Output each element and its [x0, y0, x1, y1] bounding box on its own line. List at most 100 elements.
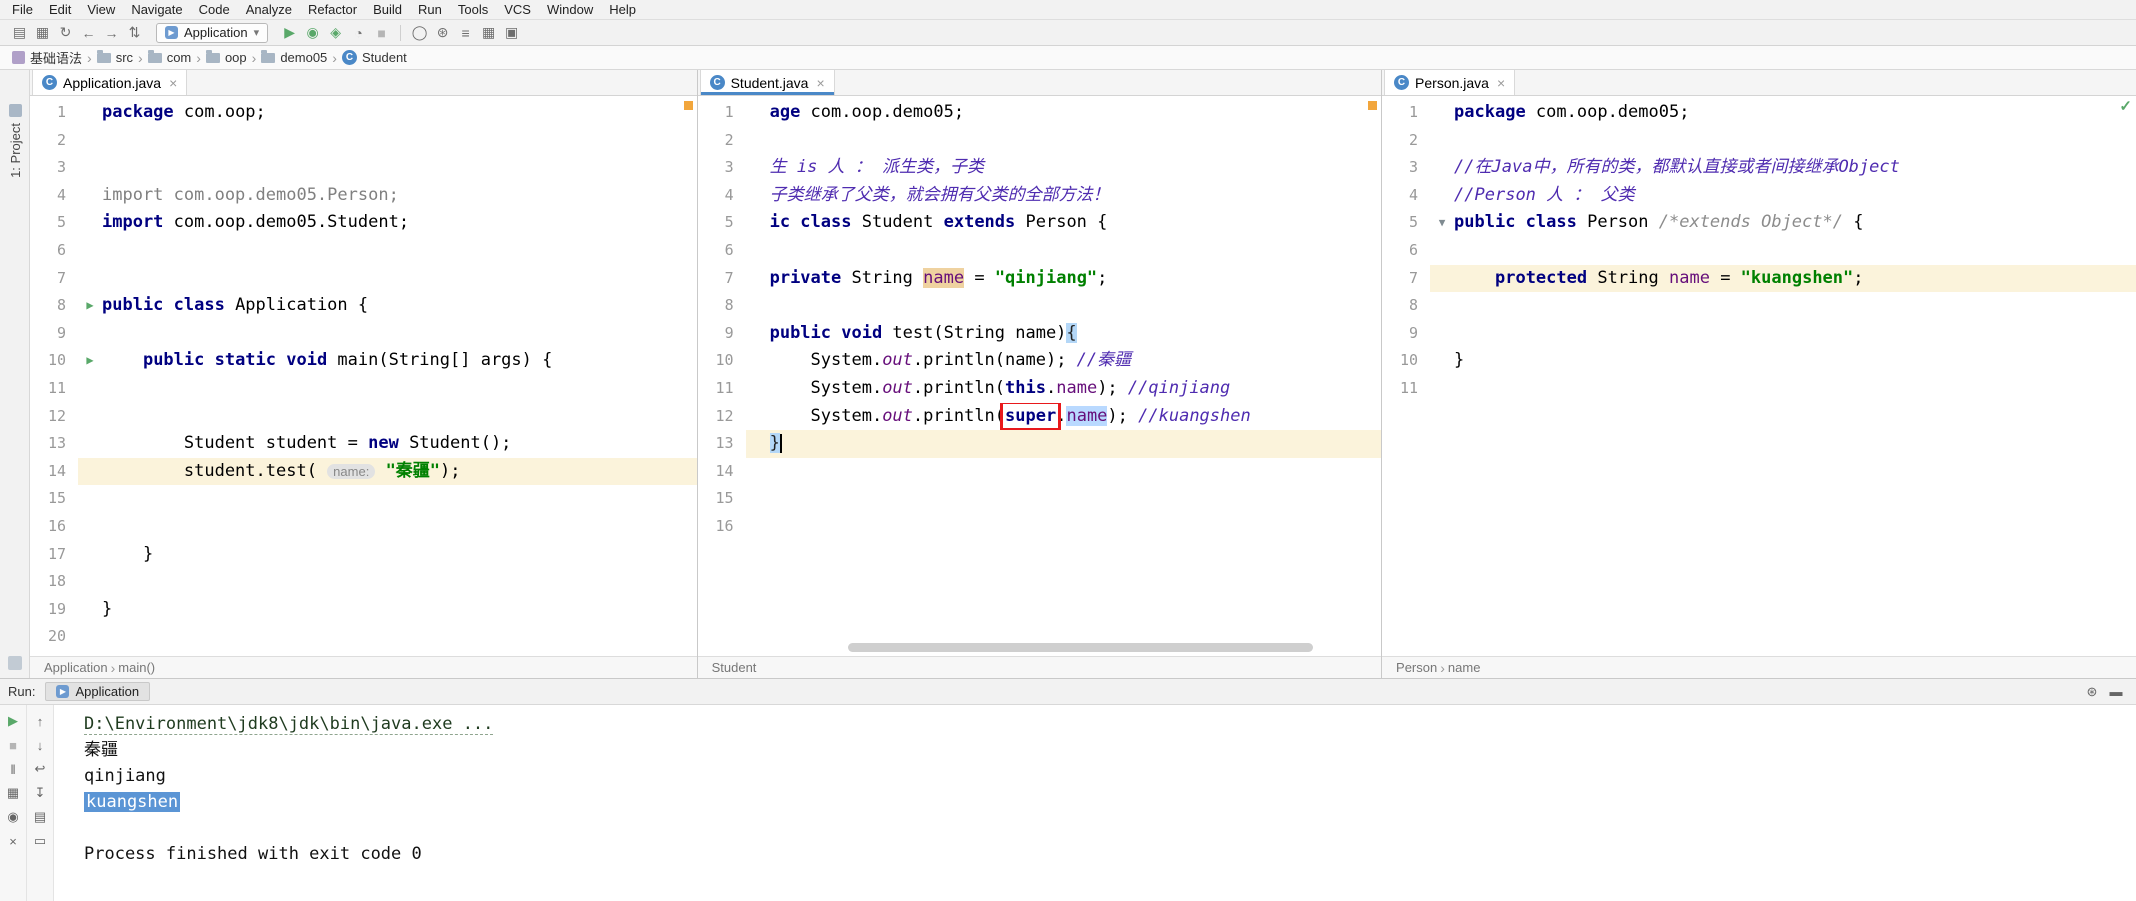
forward-icon[interactable]: →	[100, 22, 123, 43]
line-number[interactable]: 3	[698, 154, 746, 182]
terminal-icon[interactable]: ▣	[500, 22, 523, 43]
line-number[interactable]: 8	[1382, 292, 1430, 320]
line-number[interactable]: 7	[698, 265, 746, 293]
code-text[interactable]: System.out.println(name); //秦疆	[770, 347, 1381, 375]
code-text[interactable]: private String name = "qinjiang";	[770, 265, 1381, 293]
up-stack-icon[interactable]: ↑	[28, 709, 52, 733]
line-number[interactable]: 5	[30, 209, 78, 237]
editor-breadcrumb-item[interactable]: Student	[712, 660, 757, 675]
code-text[interactable]	[770, 127, 1381, 155]
menu-item-window[interactable]: Window	[539, 1, 601, 18]
line-number[interactable]: 4	[698, 182, 746, 210]
code-text[interactable]	[1454, 375, 2136, 403]
line-number[interactable]: 9	[30, 320, 78, 348]
coverage-icon[interactable]: ◈	[324, 22, 347, 43]
line-number[interactable]: 6	[30, 237, 78, 265]
clear-all-icon[interactable]: ▭	[28, 829, 52, 853]
line-number[interactable]: 16	[30, 513, 78, 541]
line-number[interactable]: 15	[698, 485, 746, 513]
code-text[interactable]	[102, 568, 697, 596]
scroll-end-icon[interactable]: ↧	[28, 781, 52, 805]
softwrap-icon[interactable]: ↩	[28, 757, 52, 781]
line-number[interactable]: 17	[30, 541, 78, 569]
close-icon[interactable]: ×	[816, 75, 824, 91]
code-text[interactable]	[770, 458, 1381, 486]
line-number[interactable]: 9	[1382, 320, 1430, 348]
line-number[interactable]: 1	[698, 99, 746, 127]
pin-icon[interactable]: ◉	[1, 805, 25, 829]
line-number[interactable]: 3	[1382, 154, 1430, 182]
breadcrumb-item[interactable]: 基础语法	[10, 48, 84, 67]
code-text[interactable]: protected String name = "kuangshen";	[1454, 264, 2136, 293]
code-text[interactable]	[102, 485, 697, 513]
code-text[interactable]	[1454, 237, 2136, 265]
close-icon[interactable]: ×	[169, 75, 177, 91]
line-number[interactable]: 2	[30, 127, 78, 155]
line-number[interactable]: 14	[30, 458, 78, 486]
code-text[interactable]: age com.oop.demo05;	[770, 99, 1381, 127]
code-text[interactable]: }	[1454, 347, 2136, 375]
down-stack-icon[interactable]: ↓	[28, 733, 52, 757]
line-number[interactable]: 11	[698, 375, 746, 403]
line-number[interactable]: 8	[30, 292, 78, 320]
line-number[interactable]: 4	[30, 182, 78, 210]
menu-item-code[interactable]: Code	[191, 1, 238, 18]
code-text[interactable]	[102, 127, 697, 155]
code-text[interactable]	[102, 320, 697, 348]
breadcrumb-item[interactable]: C Student	[340, 50, 409, 65]
settings-icon[interactable]: ⊛	[431, 22, 454, 43]
line-number[interactable]: 12	[698, 403, 746, 431]
editor-application[interactable]: 1 package com.oop; 2 3 4 import com.oop.demo0…	[30, 96, 697, 656]
line-number[interactable]: 2	[698, 127, 746, 155]
code-text[interactable]: package com.oop.demo05;	[1454, 99, 2136, 127]
search-icon[interactable]: ◯	[408, 22, 431, 43]
code-text[interactable]	[1454, 320, 2136, 348]
code-text[interactable]	[102, 237, 697, 265]
code-text[interactable]	[1454, 127, 2136, 155]
code-text[interactable]: student.test( name: "秦疆");	[102, 457, 697, 486]
code-text[interactable]	[102, 375, 697, 403]
line-number[interactable]: 6	[698, 237, 746, 265]
tab-person-java[interactable]: C Person.java ×	[1384, 70, 1516, 95]
line-number[interactable]: 1	[1382, 99, 1430, 127]
editor-breadcrumb-item[interactable]: name	[1448, 660, 1481, 675]
breadcrumb-item[interactable]: oop	[204, 49, 249, 65]
settings-gear-icon[interactable]: ⊛	[2080, 680, 2104, 704]
code-text[interactable]	[102, 513, 697, 541]
profiler-icon[interactable]: ◔	[347, 22, 370, 43]
code-text[interactable]	[102, 403, 697, 431]
line-number[interactable]: 5	[698, 209, 746, 237]
breadcrumb-item[interactable]: demo05	[259, 49, 329, 65]
menu-item-view[interactable]: View	[79, 1, 123, 18]
line-number[interactable]: 7	[1382, 265, 1430, 293]
menu-item-run[interactable]: Run	[410, 1, 450, 18]
line-number[interactable]: 7	[30, 265, 78, 293]
grid-icon[interactable]: ▦	[477, 22, 500, 43]
close-icon[interactable]: ×	[1, 829, 25, 853]
line-number[interactable]: 5	[1382, 209, 1430, 237]
line-number[interactable]: 19	[30, 596, 78, 624]
line-number[interactable]: 10	[30, 347, 78, 375]
code-text[interactable]: }	[102, 541, 697, 569]
line-number[interactable]: 9	[698, 320, 746, 348]
code-text[interactable]: public void test(String name){	[770, 320, 1381, 348]
code-text[interactable]	[770, 485, 1381, 513]
editor-breadcrumb-item[interactable]: Person	[1396, 660, 1437, 675]
stop-icon[interactable]: ■	[370, 22, 393, 43]
code-text[interactable]	[770, 292, 1381, 320]
hide-panel-icon[interactable]: ▬	[2104, 680, 2128, 704]
code-text[interactable]: System.out.println(super.name); //kuangs…	[770, 402, 1381, 431]
code-text[interactable]	[1454, 292, 2136, 320]
stop-icon[interactable]: ■	[1, 733, 25, 757]
project-tool-button[interactable]: 1: Project	[0, 104, 30, 178]
code-text[interactable]	[102, 154, 697, 182]
code-text[interactable]	[770, 513, 1381, 541]
code-text[interactable]: ic class Student extends Person {	[770, 209, 1381, 237]
line-number[interactable]: 3	[30, 154, 78, 182]
editor-breadcrumb-item[interactable]: Application	[44, 660, 108, 675]
code-text[interactable]: }	[769, 430, 1382, 458]
menu-item-edit[interactable]: Edit	[41, 1, 79, 18]
line-number[interactable]: 11	[30, 375, 78, 403]
structure-tool-button[interactable]	[8, 656, 22, 670]
run-icon[interactable]: ▶	[278, 22, 301, 43]
